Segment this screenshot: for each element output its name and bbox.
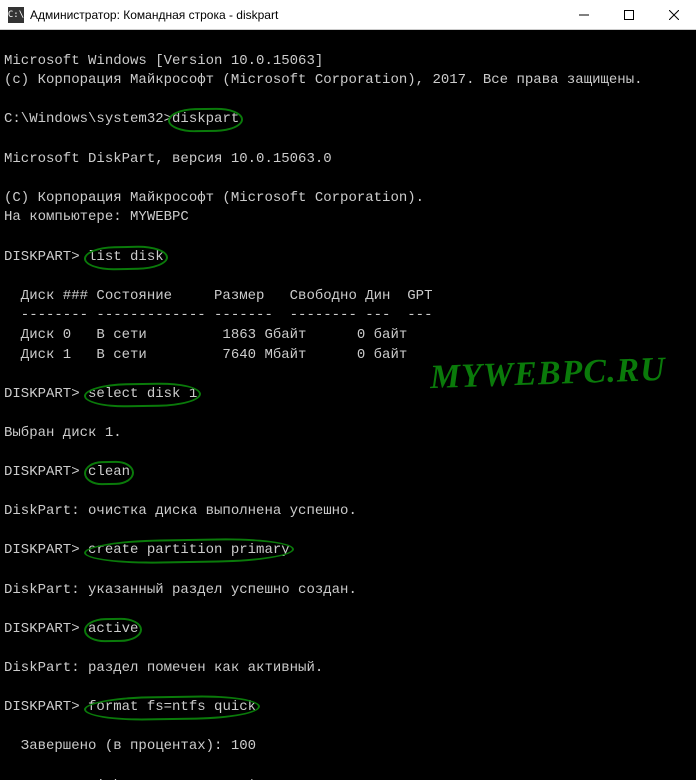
cmd-select-disk: select disk 1: [88, 385, 197, 405]
table-row: Диск 0 В сети 1863 Gбайт 0 байт: [4, 327, 407, 343]
output-line: Microsoft DiskPart, версия 10.0.15063.0: [4, 151, 332, 167]
window-titlebar: C:\ Администратор: Командная строка - di…: [0, 0, 696, 30]
cmd-diskpart: diskpart: [172, 110, 239, 130]
prompt-line: DISKPART> format fs=ntfs quick: [4, 699, 256, 715]
app-icon: C:\: [8, 7, 24, 23]
table-separator: -------- ------------- ------- -------- …: [4, 307, 432, 323]
diskpart-prompt: DISKPART>: [4, 621, 88, 637]
output-line: Завершено (в процентах): 100: [4, 738, 256, 754]
table-row: Диск 1 В сети 7640 Мбайт 0 байт: [4, 347, 407, 363]
cmd-clean: clean: [88, 463, 130, 483]
cmd-list-disk: list disk: [88, 248, 164, 268]
prompt-path: C:\Windows\system32>: [4, 111, 172, 127]
close-icon: [669, 10, 679, 20]
window-title: Администратор: Командная строка - diskpa…: [30, 8, 561, 22]
diskpart-prompt: DISKPART>: [4, 464, 88, 480]
output-line: DiskPart: очистка диска выполнена успешн…: [4, 503, 357, 519]
prompt-line: DISKPART> list disk: [4, 249, 164, 265]
terminal-output[interactable]: Microsoft Windows [Version 10.0.15063] (…: [0, 30, 696, 780]
diskpart-prompt: DISKPART>: [4, 699, 88, 715]
close-button[interactable]: [651, 0, 696, 29]
prompt-line: DISKPART> select disk 1: [4, 386, 197, 402]
prompt-line: DISKPART> clean: [4, 464, 130, 480]
diskpart-prompt: DISKPART>: [4, 542, 88, 558]
diskpart-prompt: DISKPART>: [4, 249, 88, 265]
prompt-line: C:\Windows\system32>diskpart: [4, 111, 239, 127]
output-line: Microsoft Windows [Version 10.0.15063]: [4, 53, 323, 69]
prompt-line: DISKPART> create partition primary: [4, 542, 290, 558]
output-line: (C) Корпорация Майкрософт (Microsoft Cor…: [4, 190, 424, 206]
output-line: На компьютере: MYWEBPC: [4, 209, 189, 225]
output-line: DiskPart: указанный раздел успешно созда…: [4, 582, 357, 598]
watermark-text: MYWEBPC.RU: [429, 346, 666, 402]
cmd-format: format fs=ntfs quick: [88, 698, 256, 718]
table-header: Диск ### Состояние Размер Свободно Дин G…: [4, 288, 432, 304]
cmd-active: active: [88, 620, 138, 640]
output-line: Выбран диск 1.: [4, 425, 122, 441]
maximize-icon: [624, 10, 634, 20]
output-line: DiskPart: раздел помечен как активный.: [4, 660, 323, 676]
minimize-icon: [579, 10, 589, 20]
cmd-create-partition: create partition primary: [88, 541, 290, 561]
output-line: (c) Корпорация Майкрософт (Microsoft Cor…: [4, 72, 643, 88]
diskpart-prompt: DISKPART>: [4, 386, 88, 402]
prompt-line: DISKPART> active: [4, 621, 138, 637]
window-controls: [561, 0, 696, 29]
minimize-button[interactable]: [561, 0, 606, 29]
maximize-button[interactable]: [606, 0, 651, 29]
